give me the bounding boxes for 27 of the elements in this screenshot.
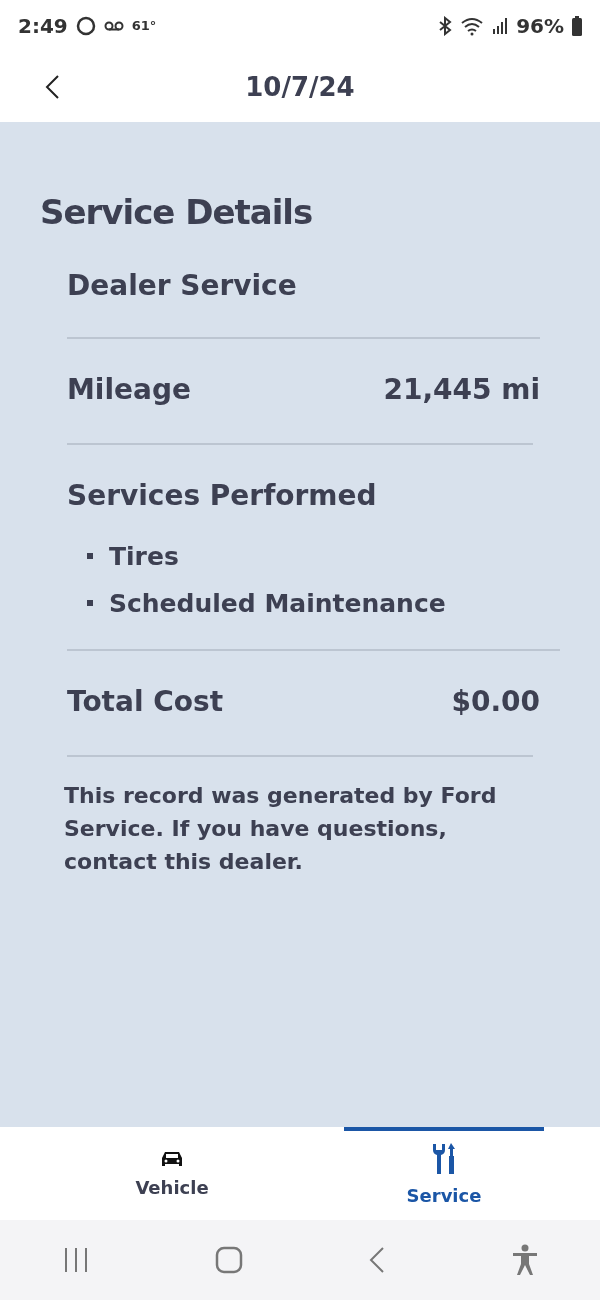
service-item: Tires	[109, 540, 179, 573]
temperature: 61°	[131, 17, 157, 36]
section-heading: Service Details	[40, 192, 314, 233]
service-type: Dealer Service	[67, 267, 298, 304]
back-icon	[44, 74, 60, 100]
services-label: Services Performed	[67, 477, 378, 514]
bullet-icon	[87, 600, 93, 607]
car-icon	[160, 1150, 184, 1168]
mileage-value: 21,445 mi	[383, 371, 540, 408]
battery-level: 96%	[516, 13, 564, 40]
home-icon[interactable]	[214, 1246, 243, 1274]
clock: 2:49	[18, 13, 68, 40]
accessibility-icon[interactable]	[511, 1244, 538, 1276]
tools-icon	[431, 1142, 457, 1176]
bluetooth-icon	[438, 16, 453, 36]
signal-icon	[492, 18, 509, 34]
page-title: 10/7/24	[245, 70, 355, 104]
wifi-icon	[460, 16, 485, 36]
service-item: Scheduled Maintenance	[109, 587, 446, 620]
total-cost-label: Total Cost	[67, 683, 224, 720]
total-cost-value: $0.00	[451, 683, 540, 720]
record-note: This record was generated by Ford Service. If you have questions, contact this dealer.	[64, 781, 498, 876]
mileage-label: Mileage	[67, 371, 191, 408]
circle-icon	[75, 16, 96, 36]
battery-icon	[572, 16, 582, 36]
voicemail-icon	[103, 20, 124, 32]
bullet-icon	[87, 553, 93, 560]
